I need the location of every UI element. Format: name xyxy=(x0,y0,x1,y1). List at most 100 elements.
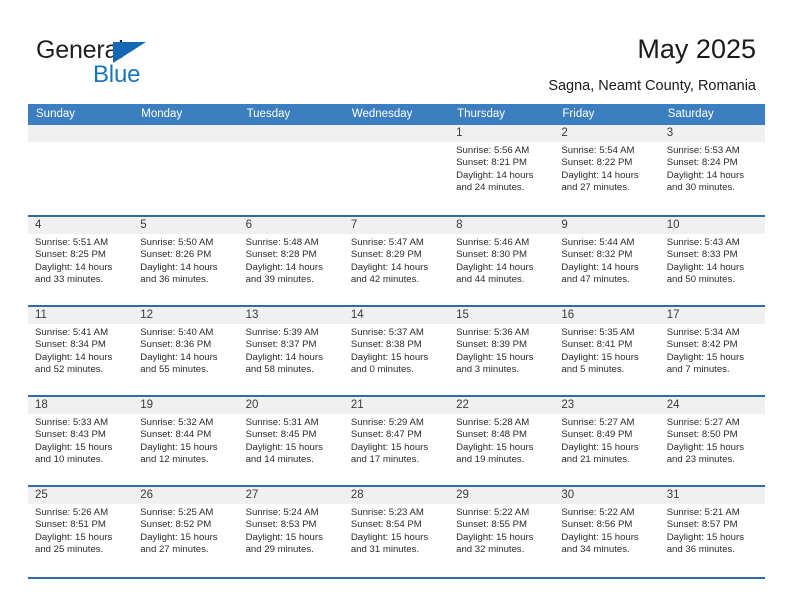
calendar-day-cell[interactable]: 20 Sunrise: 5:31 AM Sunset: 8:45 PM Dayligh… xyxy=(238,397,344,485)
calendar-grid: Sunday Monday Tuesday Wednesday Thursday Frid… xyxy=(28,104,765,575)
daylight-line: Daylight: 14 hours xyxy=(245,351,323,363)
sunset-line: Sunset: 8:24 PM xyxy=(666,157,738,169)
day-number xyxy=(28,125,134,142)
sunrise-line: Sunrise: 5:41 AM xyxy=(35,327,109,338)
calendar-day-cell[interactable]: 25 Sunrise: 5:26 AM Sunset: 8:51 PM Dayligh… xyxy=(28,487,134,575)
day-of-week-header: Sunday xyxy=(36,108,76,120)
sunrise-line: Sunrise: 5:43 AM xyxy=(666,237,740,248)
sunset-line: Sunset: 8:56 PM xyxy=(561,519,633,531)
sunset-line: Sunset: 8:49 PM xyxy=(561,429,633,441)
day-number: 24 xyxy=(659,397,765,414)
day-of-week-header: Saturday xyxy=(667,108,714,120)
day-number: 7 xyxy=(343,217,450,234)
sunrise-line: Sunrise: 5:39 AM xyxy=(245,327,319,338)
sunrise-line: Sunrise: 5:50 AM xyxy=(140,237,214,248)
calendar-day-cell[interactable]: 6 Sunrise: 5:48 AM Sunset: 8:28 PM Daylight… xyxy=(238,217,344,305)
calendar-week-row: 11 Sunrise: 5:41 AM Sunset: 8:34 PM Dayligh… xyxy=(28,305,765,395)
day-number: 26 xyxy=(133,487,239,504)
sunrise-line: Sunrise: 5:27 AM xyxy=(666,417,740,428)
calendar-day-cell[interactable]: 24 Sunrise: 5:27 AM Sunset: 8:50 PM Dayligh… xyxy=(659,397,765,485)
sunrise-line: Sunrise: 5:40 AM xyxy=(140,327,214,338)
sunset-line: Sunset: 8:34 PM xyxy=(35,339,106,351)
day-details: Sunrise: 5:47 AM Sunset: 8:29 PM Daylight:… xyxy=(344,234,449,287)
day-number: 4 xyxy=(28,217,134,234)
day-number: 30 xyxy=(554,487,660,504)
calendar-day-cell[interactable]: 4 Sunrise: 5:51 AM Sunset: 8:25 PM Daylight… xyxy=(28,217,134,305)
calendar-day-cell[interactable]: 9 Sunrise: 5:44 AM Sunset: 8:32 PM Daylight… xyxy=(554,217,660,305)
calendar-day-cell[interactable]: 8 Sunrise: 5:46 AM Sunset: 8:30 PM Daylight… xyxy=(449,217,555,305)
day-number: 11 xyxy=(28,307,134,324)
day-number: 16 xyxy=(554,307,660,324)
general-blue-logo[interactable]: General Blue xyxy=(36,36,216,88)
day-details: Sunrise: 5:31 AM Sunset: 8:45 PM Daylight:… xyxy=(239,414,344,467)
day-details: Sunrise: 5:28 AM Sunset: 8:48 PM Daylight:… xyxy=(449,414,554,467)
calendar-day-cell[interactable]: 16 Sunrise: 5:35 AM Sunset: 8:41 PM Dayligh… xyxy=(554,307,660,395)
daylight-line: and 36 minutes. xyxy=(666,544,735,556)
day-number: 25 xyxy=(28,487,134,504)
calendar-day-cell[interactable]: 12 Sunrise: 5:40 AM Sunset: 8:36 PM Dayligh… xyxy=(133,307,239,395)
calendar-day-cell[interactable]: 26 Sunrise: 5:25 AM Sunset: 8:52 PM Dayligh… xyxy=(133,487,239,575)
daylight-line: and 30 minutes. xyxy=(666,182,735,194)
sunrise-line: Sunrise: 5:44 AM xyxy=(561,237,635,248)
daylight-line: Daylight: 14 hours xyxy=(561,169,639,181)
daylight-line: Daylight: 15 hours xyxy=(561,441,639,453)
daylight-line: and 17 minutes. xyxy=(350,454,420,466)
calendar-day-cell[interactable]: 28 Sunrise: 5:23 AM Sunset: 8:54 PM Dayligh… xyxy=(343,487,450,575)
calendar-day-cell[interactable]: 17 Sunrise: 5:34 AM Sunset: 8:42 PM Dayligh… xyxy=(659,307,765,395)
sunset-line: Sunset: 8:41 PM xyxy=(561,339,633,351)
calendar-day-cell[interactable]: 23 Sunrise: 5:27 AM Sunset: 8:49 PM Dayligh… xyxy=(554,397,660,485)
calendar-day-cell[interactable]: 10 Sunrise: 5:43 AM Sunset: 8:33 PM Dayligh… xyxy=(659,217,765,305)
day-number xyxy=(238,125,344,142)
sunset-line: Sunset: 8:33 PM xyxy=(666,249,738,261)
day-number: 15 xyxy=(449,307,555,324)
sunset-line: Sunset: 8:32 PM xyxy=(561,249,633,261)
daylight-line: Daylight: 14 hours xyxy=(350,261,429,273)
day-number: 27 xyxy=(238,487,344,504)
calendar-day-cell[interactable]: 22 Sunrise: 5:28 AM Sunset: 8:48 PM Dayligh… xyxy=(449,397,555,485)
daylight-line: Daylight: 14 hours xyxy=(561,261,639,273)
day-number: 5 xyxy=(133,217,239,234)
calendar-day-cell[interactable]: 2 Sunrise: 5:54 AM Sunset: 8:22 PM Daylight… xyxy=(554,125,660,215)
calendar-day-cell[interactable]: 31 Sunrise: 5:21 AM Sunset: 8:57 PM Dayligh… xyxy=(659,487,765,575)
daylight-line: and 23 minutes. xyxy=(666,454,735,466)
sunrise-line: Sunrise: 5:37 AM xyxy=(350,327,424,338)
day-number: 2 xyxy=(554,125,660,142)
calendar-day-cell[interactable]: 21 Sunrise: 5:29 AM Sunset: 8:47 PM Dayligh… xyxy=(343,397,450,485)
day-details: Sunrise: 5:36 AM Sunset: 8:39 PM Daylight:… xyxy=(449,324,554,377)
calendar-day-cell[interactable]: 1 Sunrise: 5:56 AM Sunset: 8:21 PM Daylight… xyxy=(449,125,555,215)
sunset-line: Sunset: 8:52 PM xyxy=(140,519,212,531)
day-number: 17 xyxy=(659,307,765,324)
calendar-day-cell[interactable]: 30 Sunrise: 5:22 AM Sunset: 8:56 PM Dayligh… xyxy=(554,487,660,575)
calendar-day-cell[interactable]: 3 Sunrise: 5:53 AM Sunset: 8:24 PM Daylight… xyxy=(659,125,765,215)
sunset-line: Sunset: 8:47 PM xyxy=(350,429,422,441)
calendar-day-cell[interactable]: 7 Sunrise: 5:47 AM Sunset: 8:29 PM Daylight… xyxy=(343,217,450,305)
day-of-week-header: Wednesday xyxy=(351,108,413,120)
sunrise-line: Sunrise: 5:27 AM xyxy=(561,417,635,428)
calendar-day-cell[interactable]: 11 Sunrise: 5:41 AM Sunset: 8:34 PM Dayligh… xyxy=(28,307,134,395)
sunrise-line: Sunrise: 5:25 AM xyxy=(140,507,214,518)
daylight-line: and 12 minutes. xyxy=(140,454,209,466)
daylight-line: and 19 minutes. xyxy=(456,454,525,466)
calendar-day-cell[interactable]: 29 Sunrise: 5:22 AM Sunset: 8:55 PM Dayligh… xyxy=(449,487,555,575)
daylight-line: and 5 minutes. xyxy=(561,364,625,376)
calendar-day-cell[interactable]: 15 Sunrise: 5:36 AM Sunset: 8:39 PM Dayligh… xyxy=(449,307,555,395)
calendar-day-cell[interactable]: 27 Sunrise: 5:24 AM Sunset: 8:53 PM Dayligh… xyxy=(238,487,344,575)
calendar-day-cell[interactable]: 5 Sunrise: 5:50 AM Sunset: 8:26 PM Daylight… xyxy=(133,217,239,305)
day-details: Sunrise: 5:37 AM Sunset: 8:38 PM Daylight:… xyxy=(344,324,449,377)
sunset-line: Sunset: 8:29 PM xyxy=(350,249,422,261)
day-number: 13 xyxy=(238,307,344,324)
calendar-day-cell[interactable]: 18 Sunrise: 5:33 AM Sunset: 8:43 PM Dayligh… xyxy=(28,397,134,485)
daylight-line: and 32 minutes. xyxy=(456,544,525,556)
calendar-cell-empty xyxy=(343,125,450,215)
daylight-line: and 39 minutes. xyxy=(245,274,314,286)
calendar-day-cell[interactable]: 14 Sunrise: 5:37 AM Sunset: 8:38 PM Dayligh… xyxy=(343,307,450,395)
day-details: Sunrise: 5:26 AM Sunset: 8:51 PM Daylight:… xyxy=(28,504,133,557)
daylight-line: Daylight: 15 hours xyxy=(350,531,429,543)
sunset-line: Sunset: 8:45 PM xyxy=(245,429,317,441)
calendar-day-cell[interactable]: 13 Sunrise: 5:39 AM Sunset: 8:37 PM Dayligh… xyxy=(238,307,344,395)
day-number: 21 xyxy=(343,397,450,414)
sunrise-line: Sunrise: 5:46 AM xyxy=(456,237,530,248)
daylight-line: Daylight: 15 hours xyxy=(456,531,534,543)
sunset-line: Sunset: 8:28 PM xyxy=(245,249,317,261)
calendar-day-cell[interactable]: 19 Sunrise: 5:32 AM Sunset: 8:44 PM Dayligh… xyxy=(133,397,239,485)
